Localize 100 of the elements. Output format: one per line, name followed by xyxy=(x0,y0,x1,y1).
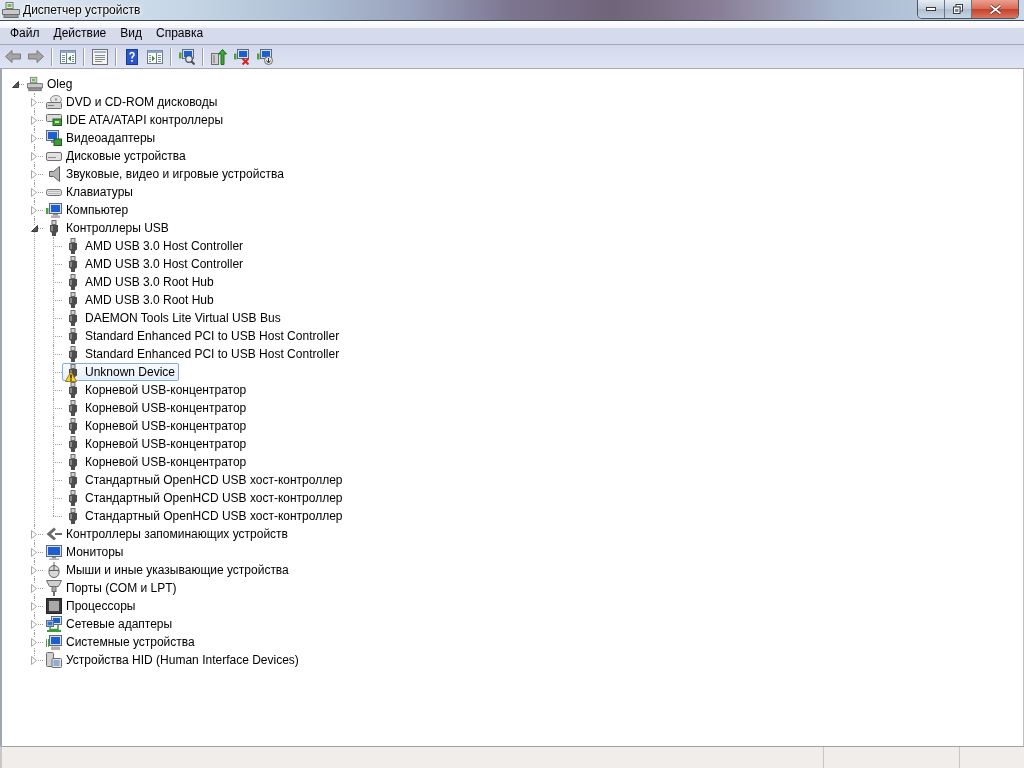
printer-icon xyxy=(2,2,20,18)
disc-drive-icon xyxy=(46,95,62,109)
tree-item[interactable]: Процессоры xyxy=(43,597,140,615)
tree-item[interactable]: Standard Enhanced PCI to USB Host Controller xyxy=(62,345,344,363)
usb-plug-icon xyxy=(69,292,77,308)
close-button[interactable] xyxy=(972,0,1018,18)
collapsed-arrow-icon[interactable] xyxy=(31,637,37,647)
chip-icon xyxy=(46,598,62,614)
tree-item[interactable]: Корневой USB-концентратор xyxy=(62,381,251,399)
tree-item[interactable]: Корневой USB-концентратор xyxy=(62,399,251,417)
window-pane-icon[interactable] xyxy=(147,49,163,64)
collapsed-arrow-icon[interactable] xyxy=(31,187,37,197)
tree-item[interactable]: Стандартный OpenHCD USB хост-контроллер xyxy=(62,489,347,507)
tree-item[interactable]: AMD USB 3.0 Host Controller xyxy=(62,255,248,273)
window-pane-icon[interactable] xyxy=(60,49,76,64)
tree-item[interactable]: Стандартный OpenHCD USB хост-контроллер xyxy=(62,471,347,489)
tree-item[interactable]: Мониторы xyxy=(43,543,128,561)
help-icon[interactable] xyxy=(126,48,138,65)
restore-button[interactable] xyxy=(945,0,972,18)
usb-plug-icon xyxy=(69,400,77,416)
tree-item[interactable]: Клавиатуры xyxy=(43,183,137,201)
tree-item[interactable]: AMD USB 3.0 Root Hub xyxy=(62,273,218,291)
network-computers-icon xyxy=(46,616,62,632)
minimize-icon xyxy=(926,7,936,11)
drive-card-icon xyxy=(46,114,62,126)
tree-item[interactable]: Корневой USB-концентратор xyxy=(62,453,251,471)
collapsed-arrow-icon[interactable] xyxy=(31,115,37,125)
restore-icon xyxy=(953,4,963,14)
tree-item[interactable]: Мыши и иные указывающие устройства xyxy=(43,561,293,579)
expanded-arrow-icon[interactable] xyxy=(30,224,38,232)
usb-plug-icon xyxy=(69,382,77,398)
usb-plug-icon xyxy=(69,256,77,272)
usb-plug-icon xyxy=(69,454,77,470)
tree-item[interactable]: DAEMON Tools Lite Virtual USB Bus xyxy=(62,309,285,327)
tree-item[interactable]: Standard Enhanced PCI to USB Host Controller xyxy=(62,327,344,345)
monitor-magnifier-icon[interactable] xyxy=(179,48,195,65)
usb-plug-icon xyxy=(69,274,77,290)
usb-plug-icon xyxy=(69,418,77,434)
tree-item[interactable]: DVD и CD-ROM дисководы xyxy=(43,93,222,111)
menu-item[interactable]: Вид xyxy=(113,23,149,42)
tree-item[interactable]: AMD USB 3.0 Host Controller xyxy=(62,237,248,255)
collapsed-arrow-icon[interactable] xyxy=(31,583,37,593)
tree-item[interactable]: Oleg xyxy=(24,75,77,93)
keyboard-mouse-icon xyxy=(46,652,62,668)
usb-plug-icon xyxy=(69,328,77,344)
tree-item[interactable]: Дисковые устройства xyxy=(43,147,190,165)
left-arrow-icon xyxy=(46,527,62,541)
tree-item[interactable]: Системные устройства xyxy=(43,633,199,651)
window-title: Диспетчер устройств xyxy=(23,3,141,17)
menu-item[interactable]: Файл xyxy=(3,23,47,42)
collapsed-arrow-icon[interactable] xyxy=(31,529,37,539)
monitor-board-icon xyxy=(46,634,62,650)
tree-item[interactable]: Сетевые адаптеры xyxy=(43,615,177,633)
tree-item[interactable]: IDE ATA/ATAPI контроллеры xyxy=(43,111,228,129)
close-icon xyxy=(988,3,1002,15)
tree-item[interactable]: Порты (COM и LPT) xyxy=(43,579,181,597)
collapsed-arrow-icon[interactable] xyxy=(31,565,37,575)
printer-icon xyxy=(27,76,43,92)
tree-item[interactable]: Корневой USB-концентратор xyxy=(62,417,251,435)
tree-item[interactable]: Контроллеры запоминающих устройств xyxy=(43,525,292,543)
device-up-arrow-icon[interactable] xyxy=(211,48,227,65)
usb-plug-icon xyxy=(69,310,77,326)
keyboard-icon xyxy=(46,188,62,196)
port-connector-icon xyxy=(46,580,62,596)
usb-plug-icon xyxy=(69,346,77,362)
tree-item[interactable]: Звуковые, видео и игровые устройства xyxy=(43,165,288,183)
menu-item[interactable]: Действие xyxy=(46,23,114,42)
collapsed-arrow-icon[interactable] xyxy=(31,601,37,611)
tree-item[interactable]: Устройства HID (Human Interface Devices) xyxy=(43,651,303,669)
collapsed-arrow-icon[interactable] xyxy=(31,547,37,557)
collapsed-arrow-icon[interactable] xyxy=(31,169,37,179)
usb-plug-icon xyxy=(69,472,77,488)
hard-drive-icon xyxy=(46,151,62,161)
computer-icon xyxy=(46,202,62,218)
collapsed-arrow-icon[interactable] xyxy=(31,205,37,215)
tree-item[interactable]: Стандартный OpenHCD USB хост-контроллер xyxy=(62,507,347,525)
monitor-card-icon xyxy=(46,130,62,146)
tree-item[interactable]: Компьютер xyxy=(43,201,133,219)
collapsed-arrow-icon[interactable] xyxy=(31,97,37,107)
tree-item[interactable]: Unknown Device xyxy=(62,363,180,381)
usb-plug-icon xyxy=(69,490,77,506)
speaker-icon xyxy=(48,166,60,182)
usb-plug-icon xyxy=(69,436,77,452)
collapsed-arrow-icon[interactable] xyxy=(31,133,37,143)
tree-item[interactable]: AMD USB 3.0 Root Hub xyxy=(62,291,218,309)
usb-plug-icon xyxy=(69,238,77,254)
tree-item[interactable]: Корневой USB-концентратор xyxy=(62,435,251,453)
tree-item[interactable]: Контроллеры USB xyxy=(43,219,173,237)
tree-item[interactable]: Видеоадаптеры xyxy=(43,129,160,147)
monitor-down-arrow-icon[interactable] xyxy=(257,48,273,65)
menu-item[interactable]: Справка xyxy=(149,23,211,42)
monitor-cross-icon[interactable] xyxy=(234,48,250,65)
monitor-icon xyxy=(46,544,62,560)
usb-plug-icon xyxy=(69,508,77,524)
collapsed-arrow-icon[interactable] xyxy=(31,655,37,665)
document-window-icon[interactable] xyxy=(92,48,108,65)
collapsed-arrow-icon[interactable] xyxy=(31,151,37,161)
minimize-button[interactable] xyxy=(918,0,945,18)
mouse-icon xyxy=(48,562,60,578)
collapsed-arrow-icon[interactable] xyxy=(31,619,37,629)
